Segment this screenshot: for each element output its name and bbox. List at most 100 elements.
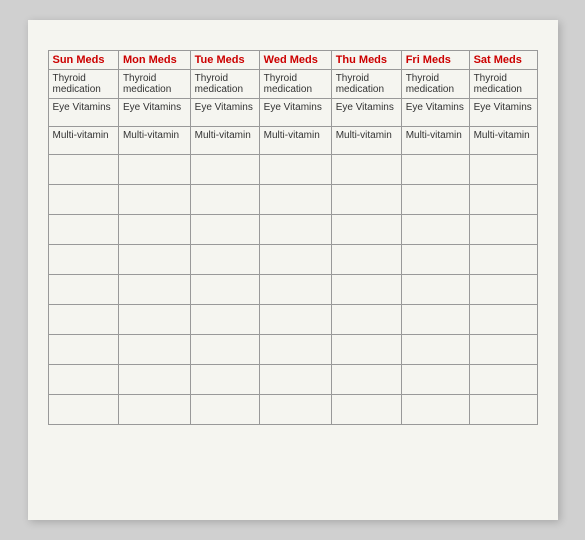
cell-10-3 xyxy=(259,365,331,395)
cell-5-6 xyxy=(469,215,537,245)
cell-10-1 xyxy=(118,365,190,395)
cell-0-6: Thyroid medication xyxy=(469,70,537,99)
cell-1-0: Eye Vitamins xyxy=(48,99,118,127)
cell-1-2: Eye Vitamins xyxy=(190,99,259,127)
cell-5-0 xyxy=(48,215,118,245)
cell-10-6 xyxy=(469,365,537,395)
header-col-0: Sun Meds xyxy=(48,51,118,70)
cell-5-1 xyxy=(118,215,190,245)
cell-3-2 xyxy=(190,155,259,185)
table-row-3 xyxy=(48,155,537,185)
cell-3-0 xyxy=(48,155,118,185)
cell-9-6 xyxy=(469,335,537,365)
header-row: Sun MedsMon MedsTue MedsWed MedsThu Meds… xyxy=(48,51,537,70)
cell-6-5 xyxy=(401,245,469,275)
cell-11-0 xyxy=(48,395,118,425)
cell-2-2: Multi-vitamin xyxy=(190,127,259,155)
cell-1-3: Eye Vitamins xyxy=(259,99,331,127)
table-row-1: Eye VitaminsEye VitaminsEye VitaminsEye … xyxy=(48,99,537,127)
cell-3-4 xyxy=(331,155,401,185)
cell-6-2 xyxy=(190,245,259,275)
cell-8-6 xyxy=(469,305,537,335)
cell-8-4 xyxy=(331,305,401,335)
table-row-2: Multi-vitaminMulti-vitaminMulti-vitaminM… xyxy=(48,127,537,155)
cell-7-6 xyxy=(469,275,537,305)
cell-11-2 xyxy=(190,395,259,425)
cell-0-2: Thyroid medication xyxy=(190,70,259,99)
cell-6-0 xyxy=(48,245,118,275)
cell-11-1 xyxy=(118,395,190,425)
cell-7-3 xyxy=(259,275,331,305)
table-row-7 xyxy=(48,275,537,305)
cell-0-5: Thyroid medication xyxy=(401,70,469,99)
cell-8-1 xyxy=(118,305,190,335)
medication-schedule-page: Sun MedsMon MedsTue MedsWed MedsThu Meds… xyxy=(28,20,558,520)
cell-8-3 xyxy=(259,305,331,335)
cell-11-4 xyxy=(331,395,401,425)
cell-10-2 xyxy=(190,365,259,395)
cell-6-6 xyxy=(469,245,537,275)
cell-4-4 xyxy=(331,185,401,215)
table-row-10 xyxy=(48,365,537,395)
header-col-5: Fri Meds xyxy=(401,51,469,70)
cell-6-4 xyxy=(331,245,401,275)
cell-2-3: Multi-vitamin xyxy=(259,127,331,155)
cell-9-0 xyxy=(48,335,118,365)
table-row-6 xyxy=(48,245,537,275)
cell-7-1 xyxy=(118,275,190,305)
cell-2-6: Multi-vitamin xyxy=(469,127,537,155)
cell-8-5 xyxy=(401,305,469,335)
cell-5-3 xyxy=(259,215,331,245)
cell-2-1: Multi-vitamin xyxy=(118,127,190,155)
header-col-6: Sat Meds xyxy=(469,51,537,70)
table-row-0: Thyroid medicationThyroid medicationThyr… xyxy=(48,70,537,99)
table-row-11 xyxy=(48,395,537,425)
cell-9-4 xyxy=(331,335,401,365)
cell-10-4 xyxy=(331,365,401,395)
cell-2-4: Multi-vitamin xyxy=(331,127,401,155)
cell-8-0 xyxy=(48,305,118,335)
schedule-table: Sun MedsMon MedsTue MedsWed MedsThu Meds… xyxy=(48,50,538,425)
cell-4-1 xyxy=(118,185,190,215)
cell-7-2 xyxy=(190,275,259,305)
cell-4-2 xyxy=(190,185,259,215)
cell-5-4 xyxy=(331,215,401,245)
cell-10-5 xyxy=(401,365,469,395)
cell-6-1 xyxy=(118,245,190,275)
header-col-4: Thu Meds xyxy=(331,51,401,70)
cell-0-4: Thyroid medication xyxy=(331,70,401,99)
cell-9-5 xyxy=(401,335,469,365)
cell-0-1: Thyroid medication xyxy=(118,70,190,99)
cell-1-1: Eye Vitamins xyxy=(118,99,190,127)
cell-1-6: Eye Vitamins xyxy=(469,99,537,127)
table-row-4 xyxy=(48,185,537,215)
cell-3-6 xyxy=(469,155,537,185)
cell-9-3 xyxy=(259,335,331,365)
cell-10-0 xyxy=(48,365,118,395)
cell-5-2 xyxy=(190,215,259,245)
cell-11-6 xyxy=(469,395,537,425)
table-row-5 xyxy=(48,215,537,245)
cell-0-0: Thyroid medication xyxy=(48,70,118,99)
cell-4-3 xyxy=(259,185,331,215)
cell-2-5: Multi-vitamin xyxy=(401,127,469,155)
cell-4-5 xyxy=(401,185,469,215)
cell-3-5 xyxy=(401,155,469,185)
table-row-9 xyxy=(48,335,537,365)
cell-0-3: Thyroid medication xyxy=(259,70,331,99)
cell-1-4: Eye Vitamins xyxy=(331,99,401,127)
header-col-1: Mon Meds xyxy=(118,51,190,70)
header-col-2: Tue Meds xyxy=(190,51,259,70)
header-col-3: Wed Meds xyxy=(259,51,331,70)
cell-8-2 xyxy=(190,305,259,335)
cell-4-6 xyxy=(469,185,537,215)
cell-7-4 xyxy=(331,275,401,305)
cell-7-5 xyxy=(401,275,469,305)
cell-3-1 xyxy=(118,155,190,185)
table-row-8 xyxy=(48,305,537,335)
cell-5-5 xyxy=(401,215,469,245)
cell-2-0: Multi-vitamin xyxy=(48,127,118,155)
cell-11-5 xyxy=(401,395,469,425)
cell-1-5: Eye Vitamins xyxy=(401,99,469,127)
cell-4-0 xyxy=(48,185,118,215)
